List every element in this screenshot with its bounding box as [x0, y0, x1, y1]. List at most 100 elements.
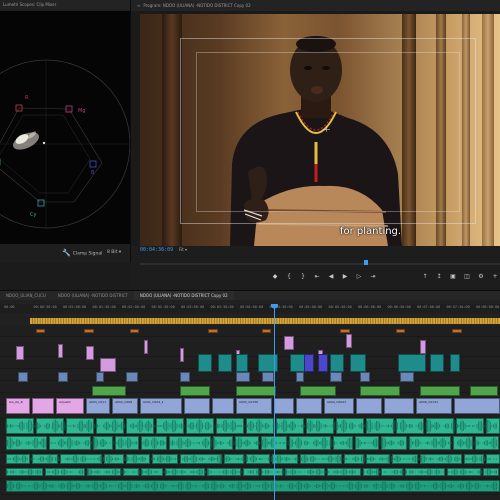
video-clip[interactable] — [296, 398, 322, 414]
sequence-marker[interactable] — [340, 329, 350, 333]
audio-clip[interactable] — [464, 454, 484, 464]
audio-clip[interactable] — [327, 468, 361, 476]
video-clip[interactable] — [360, 372, 370, 382]
audio-clip[interactable] — [306, 418, 334, 434]
graphics-clip[interactable] — [198, 354, 212, 372]
extract-icon[interactable]: ↥ — [435, 273, 443, 281]
clamp-signal-toggle[interactable]: 🔧 Clamp Signal — [62, 246, 102, 262]
sequence-marker[interactable] — [262, 329, 271, 333]
audio-clip[interactable] — [6, 454, 30, 464]
audio-clip[interactable] — [66, 418, 94, 434]
audio-clip[interactable] — [96, 418, 124, 434]
audio-clip[interactable] — [246, 454, 270, 464]
video-clip[interactable] — [58, 372, 68, 382]
audio-clip[interactable] — [87, 468, 121, 476]
graphics-clip[interactable] — [430, 354, 444, 372]
panel-menu-icon[interactable]: ≡ — [137, 3, 140, 8]
audio-clip[interactable] — [49, 436, 91, 450]
video-clip[interactable] — [400, 372, 414, 382]
step-back-icon[interactable]: ◀ — [327, 273, 335, 281]
caption-clip[interactable] — [420, 386, 460, 396]
play-icon[interactable]: ▶ — [341, 273, 349, 281]
audio-clip[interactable] — [104, 454, 124, 464]
sequence-marker[interactable] — [208, 329, 218, 333]
audio-clip[interactable] — [45, 468, 85, 476]
sequence-marker[interactable] — [396, 329, 405, 333]
audio-clip[interactable] — [272, 454, 298, 464]
graphics-clip[interactable] — [330, 354, 344, 372]
video-clip[interactable] — [454, 398, 500, 414]
audio-clip[interactable] — [392, 454, 418, 464]
audio-clip[interactable] — [216, 418, 244, 434]
sequence-marker[interactable] — [36, 329, 45, 333]
audio-clip[interactable] — [300, 454, 342, 464]
audio-clip[interactable] — [123, 468, 139, 476]
zoom-fit-select[interactable]: Fit ▾ — [179, 247, 187, 252]
video-clip[interactable] — [330, 372, 342, 382]
video-clip[interactable] — [96, 372, 104, 382]
go-to-out-icon[interactable]: ⇥ — [369, 273, 377, 281]
video-clip[interactable] — [18, 372, 28, 382]
audio-clip[interactable] — [355, 436, 379, 450]
audio-clip[interactable] — [396, 418, 424, 434]
graphics-clip[interactable] — [398, 354, 426, 372]
video-clip[interactable] — [236, 372, 250, 382]
video-clip[interactable]: A006_C0131 — [416, 398, 452, 414]
audio-clip[interactable] — [381, 436, 407, 450]
audio-clip[interactable] — [285, 468, 325, 476]
playhead-timecode[interactable]: 00:04:36:09 — [140, 247, 173, 253]
audio-clip[interactable] — [363, 468, 379, 476]
settings-icon[interactable]: ⚙ — [477, 273, 485, 281]
audio-clip[interactable] — [336, 418, 364, 434]
sequence-tab[interactable]: NDOO_ULIAN_CUCU — [0, 291, 52, 300]
video-clip[interactable] — [126, 372, 138, 382]
audio-clip[interactable] — [156, 418, 184, 434]
mark-in-icon[interactable]: { — [285, 273, 293, 281]
wrench-icon[interactable]: 🔧 — [62, 249, 71, 257]
audio-clip[interactable] — [456, 418, 484, 434]
audio-clip[interactable] — [235, 436, 259, 450]
caption-clip[interactable] — [236, 386, 276, 396]
video-clip[interactable]: A004_C0023 — [324, 398, 354, 414]
adjustment-layer-clip[interactable] — [346, 334, 352, 348]
adjustment-layer-clip[interactable] — [32, 398, 54, 414]
graphics-clip[interactable] — [304, 354, 314, 372]
audio-clip[interactable] — [486, 418, 500, 434]
lift-icon[interactable]: ↑ — [421, 273, 429, 281]
add-button-icon[interactable]: + — [491, 273, 499, 281]
graphics-clip[interactable] — [236, 354, 248, 372]
graphics-clip[interactable] — [318, 354, 328, 372]
go-to-in-icon[interactable]: ⇤ — [313, 273, 321, 281]
music-clip[interactable] — [6, 480, 500, 492]
audio-clip[interactable] — [165, 468, 205, 476]
video-clip[interactable] — [180, 372, 190, 382]
audio-clip[interactable] — [261, 468, 283, 476]
audio-clip[interactable] — [409, 436, 451, 450]
video-clip[interactable]: A003_C0156 — [236, 398, 272, 414]
audio-clip[interactable] — [180, 454, 222, 464]
bit-depth-select[interactable]: 8 Bit ▾ — [107, 246, 121, 260]
audio-clip[interactable] — [141, 436, 167, 450]
adjustment-layer-clip[interactable] — [420, 340, 426, 354]
audio-clip[interactable] — [366, 454, 390, 464]
audio-clip[interactable] — [213, 436, 233, 450]
audio-clip[interactable] — [447, 468, 481, 476]
adjustment-layer-clip[interactable]: GG_0A_B — [6, 398, 30, 414]
sequence-tab[interactable]: NDOO (ULIANA) -NOTIDO DISTRICT — [52, 291, 134, 300]
step-forward-icon[interactable]: ▷ — [355, 273, 363, 281]
adjustment-layer-clip[interactable] — [100, 358, 116, 372]
audio-clip[interactable] — [126, 454, 150, 464]
audio-clip[interactable] — [426, 418, 454, 434]
sequence-marker[interactable] — [452, 329, 462, 333]
caption-clip[interactable] — [470, 386, 498, 396]
track-area[interactable]: GG_0A_B Adjustm A003_C011 A002_C008 A001_C00… — [0, 326, 500, 500]
audio-clip[interactable] — [289, 436, 331, 450]
audio-clip[interactable] — [6, 418, 34, 434]
video-clip[interactable] — [212, 398, 234, 414]
video-clip[interactable]: A002_C008 — [112, 398, 138, 414]
sequence-tab-active[interactable]: NDOO (ULIANA) -NOTIDO DISTRICT Copy 02 — [133, 291, 234, 300]
audio-clip[interactable] — [93, 436, 113, 450]
caption-clip[interactable] — [92, 386, 126, 396]
adjustment-layer-clip[interactable] — [58, 344, 63, 358]
audio-clip[interactable] — [152, 454, 178, 464]
